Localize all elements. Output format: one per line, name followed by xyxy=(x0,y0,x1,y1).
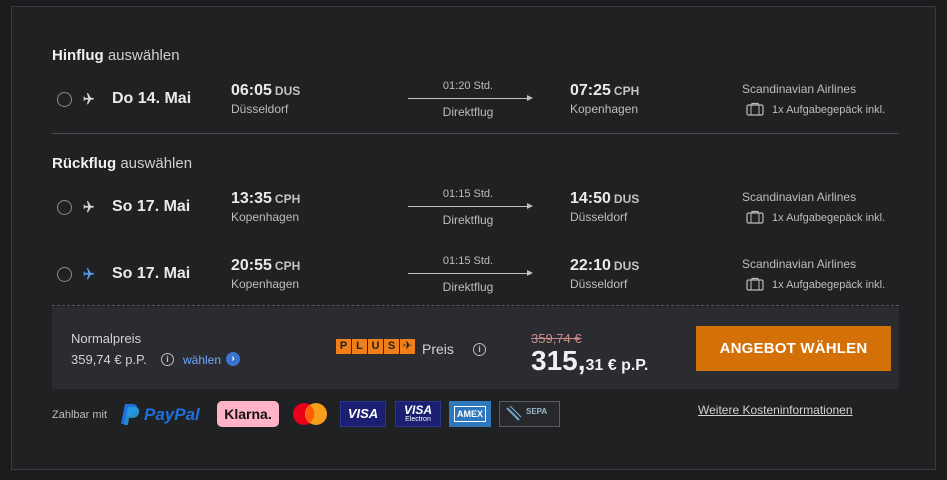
mastercard-logo xyxy=(288,401,332,427)
flight-duration: 01:20 Std. xyxy=(442,80,494,92)
select-normal-price-link[interactable]: wählen xyxy=(183,353,221,367)
plus-logo-plane: ✈ xyxy=(400,339,415,354)
departure-time: 20:55 CPH xyxy=(231,257,301,274)
flight-stops: Direktflug xyxy=(442,213,494,227)
further-cost-info-link[interactable]: Weitere Kosteninformationen xyxy=(698,403,853,417)
route-arrow xyxy=(408,206,528,207)
flight-radio[interactable] xyxy=(57,92,72,107)
info-icon[interactable]: i xyxy=(473,343,486,356)
route-arrow xyxy=(408,98,528,99)
svg-text:PayPal: PayPal xyxy=(144,405,201,424)
departure-city: Kopenhagen xyxy=(231,210,300,224)
plus-logo: P L U S ✈ xyxy=(336,339,416,354)
plus-price-main: 315, xyxy=(531,345,586,376)
suitcase-icon xyxy=(746,210,764,224)
price-box: Normalpreis 359,74 € p.P. i wählen › P L… xyxy=(52,307,899,389)
departure-time: 06:05 DUS xyxy=(231,82,301,99)
flight-option-return-1[interactable]: So 17. Mai 13:35 CPH Kopenhagen 01:15 Std… xyxy=(12,182,937,232)
paypal-logo: PayPal xyxy=(117,401,209,427)
normal-price-value: 359,74 € p.P. xyxy=(71,352,147,367)
route-arrow-head xyxy=(527,270,533,276)
plus-price: 315,31 € p.P. xyxy=(531,345,648,377)
route-arrow xyxy=(408,273,528,274)
plus-logo-letter: U xyxy=(368,339,383,354)
airline-name: Scandinavian Airlines xyxy=(742,257,857,271)
flight-radio[interactable] xyxy=(57,200,72,215)
return-heading: Rückflug auswählen xyxy=(52,155,193,172)
normal-price-label: Normalpreis xyxy=(71,331,142,346)
klarna-logo: Klarna. xyxy=(217,401,279,427)
flight-stops: Direktflug xyxy=(442,105,494,119)
flight-radio[interactable] xyxy=(57,267,72,282)
visa-electron-logo: VISA Electron xyxy=(395,401,441,427)
arrival-city: Kopenhagen xyxy=(570,102,639,116)
baggage-info: 1x Aufgabegepäck inkl. xyxy=(772,212,886,224)
flight-stops: Direktflug xyxy=(442,280,494,294)
departure-time: 13:35 CPH xyxy=(231,190,301,207)
plus-logo-letter: S xyxy=(384,339,399,354)
route-arrow-head xyxy=(527,95,533,101)
plus-logo-letter: L xyxy=(352,339,367,354)
plus-logo-letter: P xyxy=(336,339,351,354)
airline-name: Scandinavian Airlines xyxy=(742,190,857,204)
flight-option-outbound-1[interactable]: Do 14. Mai 06:05 DUS Düsseldorf 01:20 Std… xyxy=(12,74,937,124)
departure-city: Kopenhagen xyxy=(231,277,300,291)
route-arrow-head xyxy=(527,203,533,209)
flight-date: Do 14. Mai xyxy=(112,90,192,107)
section-divider xyxy=(52,133,899,134)
suitcase-icon xyxy=(746,277,764,291)
arrival-time: 07:25 CPH xyxy=(570,82,640,99)
arrival-time: 22:10 DUS xyxy=(570,257,640,274)
arrival-city: Düsseldorf xyxy=(570,277,628,291)
plane-icon xyxy=(83,201,94,213)
departure-city: Düsseldorf xyxy=(231,102,289,116)
info-icon[interactable]: i xyxy=(161,353,174,366)
chevron-right-icon[interactable]: › xyxy=(226,352,240,366)
sepa-logo: SEPA xyxy=(499,401,560,427)
baggage-info: 1x Aufgabegepäck inkl. xyxy=(772,104,886,116)
outbound-heading: Hinflug auswählen xyxy=(52,47,180,64)
baggage-info: 1x Aufgabegepäck inkl. xyxy=(772,279,886,291)
arrival-time: 14:50 DUS xyxy=(570,190,640,207)
suitcase-icon xyxy=(746,102,764,116)
price-divider xyxy=(52,305,899,306)
payment-label: Zahlbar mit xyxy=(52,409,108,421)
flight-offer-card: Hinflug auswählen Do 14. Mai 06:05 DUS Dü… xyxy=(11,6,936,470)
flight-option-return-2[interactable]: So 17. Mai 20:55 CPH Kopenhagen 01:15 Std… xyxy=(12,249,937,299)
plane-icon xyxy=(83,268,94,280)
plane-icon xyxy=(83,93,94,105)
flight-duration: 01:15 Std. xyxy=(442,188,494,200)
flight-date: So 17. Mai xyxy=(112,265,191,282)
amex-logo: AMEX xyxy=(449,401,491,427)
plus-price-cents: 31 € p.P. xyxy=(585,357,649,374)
arrival-city: Düsseldorf xyxy=(570,210,628,224)
airline-name: Scandinavian Airlines xyxy=(742,82,857,96)
flight-duration: 01:15 Std. xyxy=(442,255,494,267)
old-price: 359,74 € xyxy=(531,331,582,346)
plus-price-label: Preis xyxy=(422,341,454,357)
select-offer-button[interactable]: ANGEBOT WÄHLEN xyxy=(696,326,891,371)
flight-date: So 17. Mai xyxy=(112,198,191,215)
visa-logo: VISA xyxy=(340,401,386,427)
